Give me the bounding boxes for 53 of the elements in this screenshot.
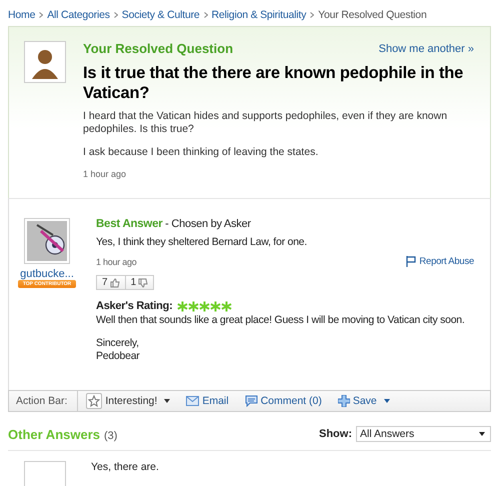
avatar <box>24 41 66 83</box>
question-text: I ask because I been thinking of leaving the states. <box>83 146 320 159</box>
chevron-icon <box>310 12 314 18</box>
answer-text: Yes, I think they sheltered Bernard Law, for one. <box>96 236 308 248</box>
chosen-by-label: - Chosen by Asker <box>165 218 251 230</box>
breadcrumb-link[interactable]: Society & Culture <box>122 9 200 21</box>
answer-text: Yes, there are. <box>91 461 159 475</box>
speech-bubble-icon <box>244 395 258 407</box>
filter-dropdown[interactable]: All Answers <box>356 426 491 442</box>
question-text: I heard that the Vatican hides and supports pedophiles, even if they are known pedophiles. Is this true? <box>83 110 448 136</box>
breadcrumb-link[interactable]: All Categories <box>47 9 110 21</box>
action-link[interactable]: Interesting! <box>78 393 178 409</box>
answer-count: (3) <box>104 430 118 442</box>
star-icon <box>198 300 210 312</box>
breadcrumb-link[interactable]: Religion & Spirituality <box>212 9 306 21</box>
rating-comment: Well then that sounds like a great place! Guess I will be moving to Vatican city soon. <box>96 314 466 327</box>
username-link[interactable]: gutbucke... <box>20 268 74 280</box>
star-icon <box>176 300 188 312</box>
chevron-icon <box>204 12 208 18</box>
timestamp: 1 hour ago <box>96 256 137 266</box>
plus-icon <box>338 395 350 407</box>
thumbs-down-button[interactable]: 1 <box>124 276 154 289</box>
chevron-icon <box>39 12 44 18</box>
envelope-icon <box>186 396 200 406</box>
action-link[interactable]: Comment (0) <box>236 395 330 407</box>
show-another-link[interactable]: Show me another » <box>378 42 474 54</box>
show-label: Show: <box>319 428 352 440</box>
rating-label: Asker's Rating: <box>96 300 172 312</box>
section-heading: Other Answers <box>8 426 100 442</box>
star-icon <box>210 300 220 312</box>
caret-icon <box>479 432 485 436</box>
best-answer-label: Best Answer <box>96 218 162 230</box>
action-bar-label: Action Bar: <box>9 391 78 411</box>
flag-icon <box>406 256 416 267</box>
caret-icon <box>384 399 390 403</box>
action-link[interactable]: Email <box>178 395 237 407</box>
avatar <box>24 461 66 486</box>
timestamp: 1 hour ago <box>83 169 128 179</box>
star-icon <box>188 300 198 312</box>
section-heading: Your Resolved Question <box>83 41 234 56</box>
star-icon <box>86 393 102 409</box>
breadcrumb-link[interactable]: Home <box>8 9 36 21</box>
thumbs-up-button[interactable]: 7 <box>97 276 125 289</box>
chevron-icon <box>114 12 118 18</box>
action-link[interactable]: Save <box>330 395 398 407</box>
thumbs-down-icon <box>138 278 148 288</box>
star-icon <box>220 300 232 312</box>
thumbs-up-icon <box>110 278 120 288</box>
rating-comment: Sincerely, Pedobear <box>96 337 141 363</box>
breadcrumb-current: Your Resolved Question <box>318 9 427 21</box>
report-abuse-link[interactable]: Report Abuse <box>406 256 474 267</box>
caret-icon <box>164 399 170 403</box>
question-title: Is it true that the there are known pedophile in the Vatican? <box>83 63 464 103</box>
